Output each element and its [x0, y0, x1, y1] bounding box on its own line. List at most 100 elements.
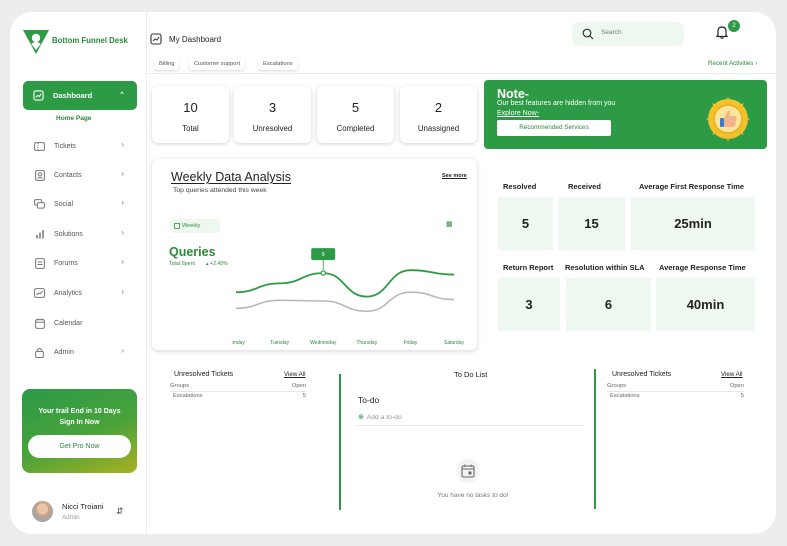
x-tick-label: Friday	[403, 340, 417, 346]
open-header: Open	[729, 383, 744, 389]
metric-change: ▴ +2.45%	[206, 261, 228, 267]
get-pro-button[interactable]: Get Pro Now	[28, 435, 131, 458]
user-profile[interactable]: Nicci Troiani Admin ⇵	[32, 500, 127, 524]
chart-type-icon[interactable]: ▦	[446, 220, 453, 228]
note-heading: Note-	[497, 87, 529, 101]
metric-value-first-response: 25min	[631, 197, 755, 250]
user-name: Nicci Troiani	[62, 502, 104, 511]
sidebar-item-admin[interactable]: Admin ›	[34, 345, 126, 359]
add-todo-input[interactable]: ⊕ Add a to-do	[358, 413, 402, 421]
plus-icon: ⊕	[358, 414, 364, 421]
groups-header: Groups	[607, 383, 627, 389]
x-tick-label: Saturday	[444, 340, 465, 346]
sidebar-item-label: Forums	[54, 259, 78, 267]
metric-value-resolution-sla: 6	[566, 278, 651, 331]
sidebar-item-label: Solutions	[54, 230, 83, 238]
metric-title: Queries	[169, 245, 216, 259]
switch-account-icon[interactable]: ⇵	[116, 506, 124, 517]
document-icon	[34, 257, 45, 269]
view-all-link[interactable]: View All	[721, 371, 743, 378]
metric-subtitle: Total Spent	[169, 261, 195, 267]
sidebar-subitem-home[interactable]: Home Page	[56, 115, 91, 122]
sidebar-item-label: Dashboard	[53, 91, 93, 100]
period-filter-label: Weekly	[182, 223, 201, 229]
stat-value: 2	[434, 100, 443, 115]
recent-activities-link[interactable]: Recent Activities ›	[708, 60, 757, 67]
explore-now-link[interactable]: Explore Now-	[497, 110, 539, 117]
series-line-1	[235, 291, 455, 313]
highlight-point[interactable]	[320, 270, 327, 276]
period-filter-button[interactable]: Weekly	[170, 219, 220, 233]
sidebar: Bottom Funnel Desk Dashboard ⌃ Home Page…	[10, 12, 147, 534]
group-escalations: Escalations	[610, 393, 640, 399]
unresolved-tickets-title: Unresolved Tickets	[612, 371, 672, 378]
weekly-analysis-card: Weekly Data Analysis Top queries attende…	[152, 159, 477, 350]
metric-label-received: Received	[568, 182, 601, 191]
x-tick-label: Tuesday	[270, 340, 289, 346]
calendar-icon	[34, 318, 45, 329]
sidebar-item-contacts[interactable]: Contacts ›	[34, 168, 126, 182]
sidebar-item-social[interactable]: Social ›	[34, 197, 126, 211]
todo-empty-message: You have no tasks to do!	[437, 492, 509, 499]
recent-activities-label: Recent Activities	[708, 60, 754, 67]
ticket-icon	[34, 141, 45, 152]
open-header: Open	[291, 383, 306, 389]
metric-value-received: 15	[558, 197, 625, 250]
groups-header: Groups	[170, 383, 190, 389]
chevron-right-icon: ›	[755, 60, 758, 67]
metric-label-return-report: Return Report	[503, 263, 554, 272]
chevron-right-icon: ›	[121, 140, 124, 149]
sidebar-item-calendar[interactable]: Calendar	[34, 316, 126, 330]
stat-value: 5	[351, 100, 360, 115]
sidebar-item-solutions[interactable]: Solutions ›	[34, 227, 126, 241]
sidebar-item-forums[interactable]: Forums ›	[34, 256, 126, 270]
todo-subtitle: To-do	[358, 395, 380, 405]
search-input[interactable]: Search	[572, 22, 684, 46]
brand-name: Bottom Funnel Desk	[52, 36, 128, 45]
metric-label-first-response: Average First Response Time	[639, 182, 745, 191]
sidebar-item-label: Admin	[54, 348, 74, 356]
see-more-link[interactable]: See more	[442, 173, 467, 179]
chevron-right-icon: ›	[121, 169, 124, 178]
dashboard-icon	[150, 33, 162, 45]
metric-label-resolved: Resolved	[503, 182, 537, 191]
recommended-services-button[interactable]: Recommended Services	[497, 120, 611, 136]
metric-label-response-time: Average Response Time	[659, 263, 746, 272]
tab-customer-support[interactable]: Customer support	[189, 58, 246, 70]
tab-billing[interactable]: Billing	[154, 58, 180, 70]
search-icon	[582, 28, 594, 40]
stat-card-total[interactable]: 10 Total	[152, 86, 229, 143]
stat-card-completed[interactable]: 5 Completed	[317, 86, 394, 143]
stat-label: Unassigned	[417, 124, 460, 133]
thumbs-up-badge-icon	[706, 97, 750, 141]
sidebar-item-label: Social	[54, 200, 74, 208]
dashboard-icon	[33, 90, 44, 101]
sidebar-item-label: Analytics	[54, 289, 83, 297]
tooltip-label: 9	[322, 252, 325, 258]
analytics-icon	[34, 288, 45, 299]
logo[interactable]: Bottom Funnel Desk	[23, 28, 128, 54]
upgrade-promo-card: Your trail End in 10 Days Sign In Now Ge…	[22, 389, 137, 473]
sidebar-item-tickets[interactable]: Tickets ›	[34, 139, 126, 153]
metric-change-value: +2.45%	[210, 261, 228, 267]
sidebar-item-analytics[interactable]: Analytics ›	[34, 286, 126, 300]
empty-calendar-icon	[456, 459, 480, 483]
stat-card-unresolved[interactable]: 3 Unresolved	[234, 86, 311, 143]
open-count: 5	[740, 393, 744, 399]
sidebar-item-dashboard[interactable]: Dashboard ⌃	[23, 81, 137, 110]
search-placeholder: Search	[601, 29, 622, 36]
stat-value: 3	[268, 100, 277, 115]
view-all-link[interactable]: View All	[284, 371, 306, 378]
todo-list-title: To Do List	[454, 370, 488, 379]
add-todo-placeholder: Add a to-do	[366, 414, 402, 421]
queries-line-chart: 9 Monday Tuesday Wednesday Thursday Friday Sat…	[232, 248, 465, 346]
stat-card-unassigned[interactable]: 2 Unassigned	[400, 86, 477, 143]
notification-badge: 2	[728, 20, 740, 32]
page-title: My Dashboard	[169, 35, 222, 44]
note-banner: Note- Our best features are hidden from …	[484, 80, 767, 149]
chevron-right-icon: ›	[121, 287, 124, 296]
x-tick-label: Wednesday	[310, 340, 337, 346]
tab-escalations[interactable]: Escalations	[258, 58, 298, 70]
calendar-icon	[174, 223, 180, 229]
sidebar-item-label: Contacts	[54, 171, 82, 179]
